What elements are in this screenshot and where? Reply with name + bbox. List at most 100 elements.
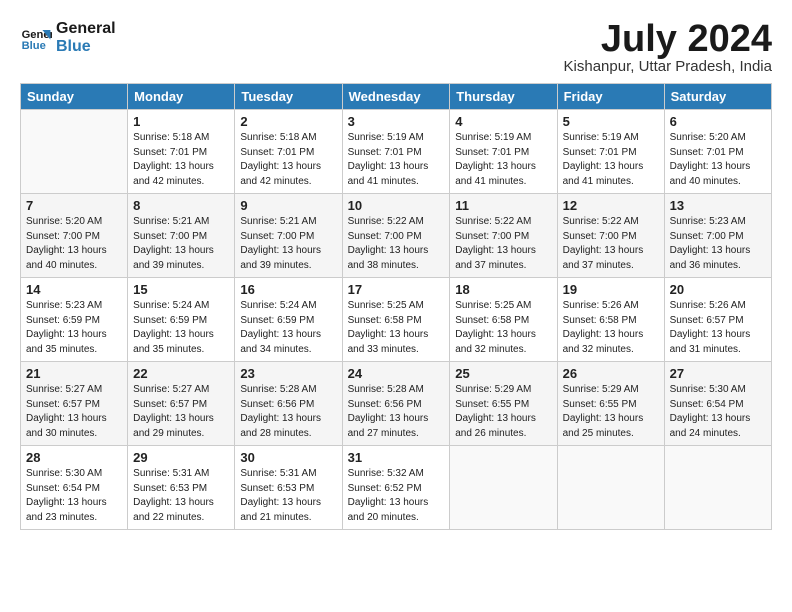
week-row-4: 21 Sunrise: 5:27 AM Sunset: 6:57 PM Dayl…: [21, 362, 772, 446]
cell-w1-d6: 6 Sunrise: 5:20 AM Sunset: 7:01 PM Dayli…: [664, 110, 771, 194]
day-number: 25: [455, 366, 551, 381]
day-number: 24: [348, 366, 445, 381]
day-info: Sunrise: 5:32 AM Sunset: 6:52 PM Dayligh…: [348, 467, 445, 525]
day-info: Sunrise: 5:18 AM Sunset: 7:01 PM Dayligh…: [133, 131, 229, 189]
cell-w2-d6: 13 Sunrise: 5:23 AM Sunset: 7:00 PM Dayl…: [664, 194, 771, 278]
day-number: 22: [133, 366, 229, 381]
day-number: 26: [563, 366, 659, 381]
day-info: Sunrise: 5:22 AM Sunset: 7:00 PM Dayligh…: [455, 215, 551, 273]
cell-w3-d2: 16 Sunrise: 5:24 AM Sunset: 6:59 PM Dayl…: [235, 278, 342, 362]
day-number: 20: [670, 282, 766, 297]
cell-w3-d3: 17 Sunrise: 5:25 AM Sunset: 6:58 PM Dayl…: [342, 278, 450, 362]
day-info: Sunrise: 5:31 AM Sunset: 6:53 PM Dayligh…: [240, 467, 336, 525]
day-info: Sunrise: 5:23 AM Sunset: 6:59 PM Dayligh…: [26, 299, 122, 357]
cell-w1-d2: 2 Sunrise: 5:18 AM Sunset: 7:01 PM Dayli…: [235, 110, 342, 194]
day-info: Sunrise: 5:18 AM Sunset: 7:01 PM Dayligh…: [240, 131, 336, 189]
day-number: 27: [670, 366, 766, 381]
col-friday: Friday: [557, 84, 664, 110]
week-row-5: 28 Sunrise: 5:30 AM Sunset: 6:54 PM Dayl…: [21, 446, 772, 530]
cell-w2-d4: 11 Sunrise: 5:22 AM Sunset: 7:00 PM Dayl…: [450, 194, 557, 278]
cell-w4-d0: 21 Sunrise: 5:27 AM Sunset: 6:57 PM Dayl…: [21, 362, 128, 446]
logo-icon: General Blue: [20, 22, 52, 54]
cell-w5-d2: 30 Sunrise: 5:31 AM Sunset: 6:53 PM Dayl…: [235, 446, 342, 530]
calendar-header-row: Sunday Monday Tuesday Wednesday Thursday…: [21, 84, 772, 110]
cell-w5-d4: [450, 446, 557, 530]
day-info: Sunrise: 5:28 AM Sunset: 6:56 PM Dayligh…: [240, 383, 336, 441]
cell-w5-d0: 28 Sunrise: 5:30 AM Sunset: 6:54 PM Dayl…: [21, 446, 128, 530]
day-number: 8: [133, 198, 229, 213]
day-info: Sunrise: 5:24 AM Sunset: 6:59 PM Dayligh…: [133, 299, 229, 357]
cell-w4-d6: 27 Sunrise: 5:30 AM Sunset: 6:54 PM Dayl…: [664, 362, 771, 446]
week-row-3: 14 Sunrise: 5:23 AM Sunset: 6:59 PM Dayl…: [21, 278, 772, 362]
day-number: 9: [240, 198, 336, 213]
cell-w3-d0: 14 Sunrise: 5:23 AM Sunset: 6:59 PM Dayl…: [21, 278, 128, 362]
day-number: 17: [348, 282, 445, 297]
col-wednesday: Wednesday: [342, 84, 450, 110]
col-monday: Monday: [128, 84, 235, 110]
day-info: Sunrise: 5:27 AM Sunset: 6:57 PM Dayligh…: [26, 383, 122, 441]
day-info: Sunrise: 5:31 AM Sunset: 6:53 PM Dayligh…: [133, 467, 229, 525]
col-saturday: Saturday: [664, 84, 771, 110]
cell-w1-d5: 5 Sunrise: 5:19 AM Sunset: 7:01 PM Dayli…: [557, 110, 664, 194]
cell-w4-d4: 25 Sunrise: 5:29 AM Sunset: 6:55 PM Dayl…: [450, 362, 557, 446]
logo-text-blue: Blue: [56, 38, 116, 56]
day-number: 7: [26, 198, 122, 213]
day-number: 5: [563, 114, 659, 129]
cell-w5-d5: [557, 446, 664, 530]
day-info: Sunrise: 5:23 AM Sunset: 7:00 PM Dayligh…: [670, 215, 766, 273]
title-section: July 2024 Kishanpur, Uttar Pradesh, Indi…: [564, 20, 772, 75]
cell-w1-d4: 4 Sunrise: 5:19 AM Sunset: 7:01 PM Dayli…: [450, 110, 557, 194]
day-number: 6: [670, 114, 766, 129]
month-year-title: July 2024: [564, 20, 772, 58]
cell-w2-d5: 12 Sunrise: 5:22 AM Sunset: 7:00 PM Dayl…: [557, 194, 664, 278]
day-info: Sunrise: 5:22 AM Sunset: 7:00 PM Dayligh…: [348, 215, 445, 273]
day-info: Sunrise: 5:24 AM Sunset: 6:59 PM Dayligh…: [240, 299, 336, 357]
day-info: Sunrise: 5:19 AM Sunset: 7:01 PM Dayligh…: [348, 131, 445, 189]
day-number: 23: [240, 366, 336, 381]
day-info: Sunrise: 5:21 AM Sunset: 7:00 PM Dayligh…: [240, 215, 336, 273]
day-info: Sunrise: 5:20 AM Sunset: 7:01 PM Dayligh…: [670, 131, 766, 189]
cell-w5-d1: 29 Sunrise: 5:31 AM Sunset: 6:53 PM Dayl…: [128, 446, 235, 530]
page-header: General Blue General Blue July 2024 Kish…: [20, 20, 772, 75]
day-info: Sunrise: 5:25 AM Sunset: 6:58 PM Dayligh…: [455, 299, 551, 357]
day-number: 30: [240, 450, 336, 465]
week-row-2: 7 Sunrise: 5:20 AM Sunset: 7:00 PM Dayli…: [21, 194, 772, 278]
cell-w4-d2: 23 Sunrise: 5:28 AM Sunset: 6:56 PM Dayl…: [235, 362, 342, 446]
week-row-1: 1 Sunrise: 5:18 AM Sunset: 7:01 PM Dayli…: [21, 110, 772, 194]
day-info: Sunrise: 5:26 AM Sunset: 6:57 PM Dayligh…: [670, 299, 766, 357]
cell-w5-d3: 31 Sunrise: 5:32 AM Sunset: 6:52 PM Dayl…: [342, 446, 450, 530]
day-number: 31: [348, 450, 445, 465]
day-info: Sunrise: 5:30 AM Sunset: 6:54 PM Dayligh…: [670, 383, 766, 441]
cell-w3-d4: 18 Sunrise: 5:25 AM Sunset: 6:58 PM Dayl…: [450, 278, 557, 362]
day-info: Sunrise: 5:25 AM Sunset: 6:58 PM Dayligh…: [348, 299, 445, 357]
location-subtitle: Kishanpur, Uttar Pradesh, India: [564, 58, 772, 75]
day-number: 16: [240, 282, 336, 297]
logo-text-general: General: [56, 20, 116, 38]
day-info: Sunrise: 5:29 AM Sunset: 6:55 PM Dayligh…: [455, 383, 551, 441]
cell-w5-d6: [664, 446, 771, 530]
day-number: 11: [455, 198, 551, 213]
cell-w4-d1: 22 Sunrise: 5:27 AM Sunset: 6:57 PM Dayl…: [128, 362, 235, 446]
day-info: Sunrise: 5:19 AM Sunset: 7:01 PM Dayligh…: [563, 131, 659, 189]
day-number: 3: [348, 114, 445, 129]
col-thursday: Thursday: [450, 84, 557, 110]
cell-w3-d5: 19 Sunrise: 5:26 AM Sunset: 6:58 PM Dayl…: [557, 278, 664, 362]
cell-w2-d2: 9 Sunrise: 5:21 AM Sunset: 7:00 PM Dayli…: [235, 194, 342, 278]
day-info: Sunrise: 5:29 AM Sunset: 6:55 PM Dayligh…: [563, 383, 659, 441]
cell-w4-d5: 26 Sunrise: 5:29 AM Sunset: 6:55 PM Dayl…: [557, 362, 664, 446]
cell-w3-d6: 20 Sunrise: 5:26 AM Sunset: 6:57 PM Dayl…: [664, 278, 771, 362]
col-sunday: Sunday: [21, 84, 128, 110]
day-info: Sunrise: 5:27 AM Sunset: 6:57 PM Dayligh…: [133, 383, 229, 441]
cell-w1-d1: 1 Sunrise: 5:18 AM Sunset: 7:01 PM Dayli…: [128, 110, 235, 194]
cell-w2-d1: 8 Sunrise: 5:21 AM Sunset: 7:00 PM Dayli…: [128, 194, 235, 278]
day-number: 10: [348, 198, 445, 213]
cell-w1-d0: [21, 110, 128, 194]
calendar-table: Sunday Monday Tuesday Wednesday Thursday…: [20, 83, 772, 530]
day-number: 18: [455, 282, 551, 297]
day-number: 4: [455, 114, 551, 129]
day-info: Sunrise: 5:20 AM Sunset: 7:00 PM Dayligh…: [26, 215, 122, 273]
day-number: 29: [133, 450, 229, 465]
day-number: 15: [133, 282, 229, 297]
svg-text:Blue: Blue: [22, 40, 46, 52]
cell-w2-d3: 10 Sunrise: 5:22 AM Sunset: 7:00 PM Dayl…: [342, 194, 450, 278]
